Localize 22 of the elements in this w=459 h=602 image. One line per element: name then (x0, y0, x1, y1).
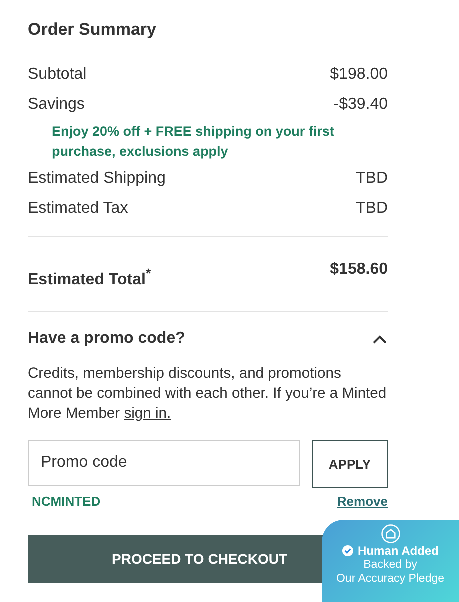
sign-in-link[interactable]: sign in. (124, 406, 172, 422)
house-icon (380, 524, 400, 544)
line-value: TBD (356, 199, 388, 219)
line-label: Subtotal (28, 65, 87, 85)
line-label: Estimated Shipping (28, 169, 166, 189)
summary-title: Order Summary (28, 20, 158, 40)
line-label: Savings (28, 95, 85, 115)
remove-link[interactable]: Remove (337, 494, 388, 510)
chevron-icon[interactable] (372, 334, 388, 344)
promo-heading: Have a promo code? (28, 330, 186, 348)
applied-code: NCMINTED (32, 494, 101, 510)
promo-code-field[interactable]: Promo code (28, 440, 300, 486)
check-icon (342, 545, 354, 557)
promo-note: Enjoy 20% off + FREE shipping on your first purchase, exclusions apply (51, 123, 336, 161)
total-label: Estimated Total$^{*}$ (28, 266, 152, 290)
promo-notice: Credits, membership discounts, and promotions cannot be combined with each other. If you’re a Minted More Member sign in. (28, 365, 388, 424)
total-value: $158.60 (330, 261, 388, 279)
line-value: -$39.40 (334, 95, 388, 115)
line-value: $198.00 (330, 65, 388, 85)
line-label: Estimated Tax (28, 199, 128, 219)
line-value: TBD (356, 169, 388, 189)
apply-button[interactable]: APPLY (312, 440, 388, 488)
